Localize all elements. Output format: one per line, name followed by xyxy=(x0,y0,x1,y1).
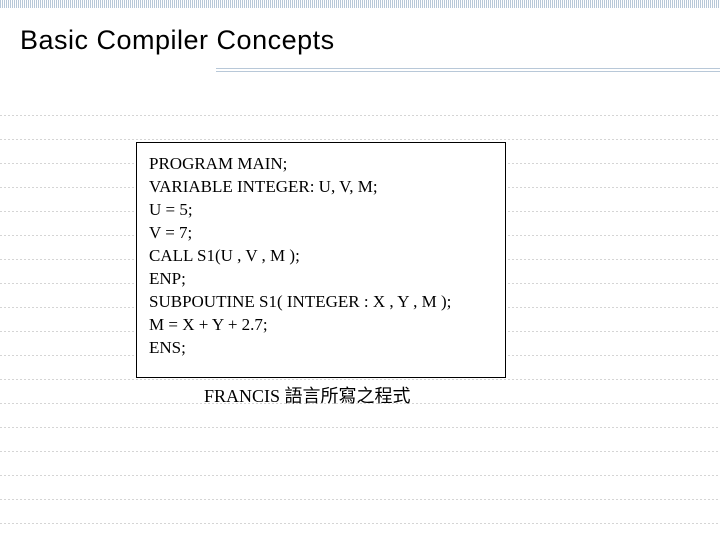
slide-top-border xyxy=(0,0,720,8)
code-line: VARIABLE INTEGER: U, V, M; xyxy=(149,176,493,199)
code-line: U = 5; xyxy=(149,199,493,222)
code-line: M = X + Y + 2.7; xyxy=(149,314,493,337)
code-line: ENS; xyxy=(149,337,493,360)
gridline xyxy=(0,139,720,140)
gridline xyxy=(0,499,720,500)
code-line: CALL S1(U , V , M ); xyxy=(149,245,493,268)
code-box: PROGRAM MAIN; VARIABLE INTEGER: U, V, M;… xyxy=(136,142,506,378)
code-caption: FRANCIS 語言所寫之程式 xyxy=(204,382,411,408)
gridline xyxy=(0,427,720,428)
title-underline xyxy=(216,68,720,72)
gridline xyxy=(0,115,720,116)
gridline xyxy=(0,523,720,524)
gridline xyxy=(0,451,720,452)
gridline xyxy=(0,475,720,476)
code-line: ENP; xyxy=(149,268,493,291)
code-line: V = 7; xyxy=(149,222,493,245)
slide-title: Basic Compiler Concepts xyxy=(20,25,335,56)
code-line: PROGRAM MAIN; xyxy=(149,153,493,176)
gridline xyxy=(0,379,720,380)
code-line: SUBPOUTINE S1( INTEGER : X , Y , M ); xyxy=(149,291,493,314)
